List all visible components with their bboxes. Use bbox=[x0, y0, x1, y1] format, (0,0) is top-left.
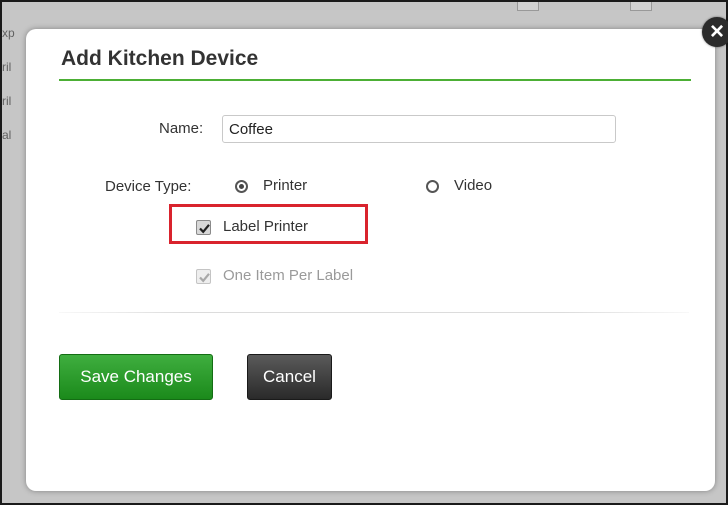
radio-printer[interactable] bbox=[235, 180, 248, 193]
title-divider bbox=[59, 79, 691, 81]
name-input[interactable] bbox=[222, 115, 616, 143]
checkmark-icon bbox=[199, 224, 210, 234]
checkmark-icon bbox=[199, 273, 210, 283]
section-divider bbox=[59, 312, 689, 313]
radio-video[interactable] bbox=[426, 180, 439, 193]
label-printer-checkbox[interactable] bbox=[196, 220, 211, 235]
label-printer-label: Label Printer bbox=[223, 218, 309, 235]
save-changes-button[interactable]: Save Changes bbox=[59, 354, 213, 400]
close-icon[interactable]: × bbox=[702, 17, 728, 47]
radio-printer-label: Printer bbox=[263, 177, 308, 194]
add-kitchen-device-dialog: Add Kitchen Device Name: Device Type: Pr… bbox=[26, 29, 715, 491]
device-type-label: Device Type: bbox=[105, 178, 192, 195]
cancel-button[interactable]: Cancel bbox=[247, 354, 332, 400]
one-item-per-label-checkbox[interactable] bbox=[196, 269, 211, 284]
name-label: Name: bbox=[159, 120, 204, 137]
radio-video-label: Video bbox=[454, 177, 493, 194]
dialog-title: Add Kitchen Device bbox=[61, 47, 259, 70]
one-item-per-label-label: One Item Per Label bbox=[223, 267, 354, 284]
